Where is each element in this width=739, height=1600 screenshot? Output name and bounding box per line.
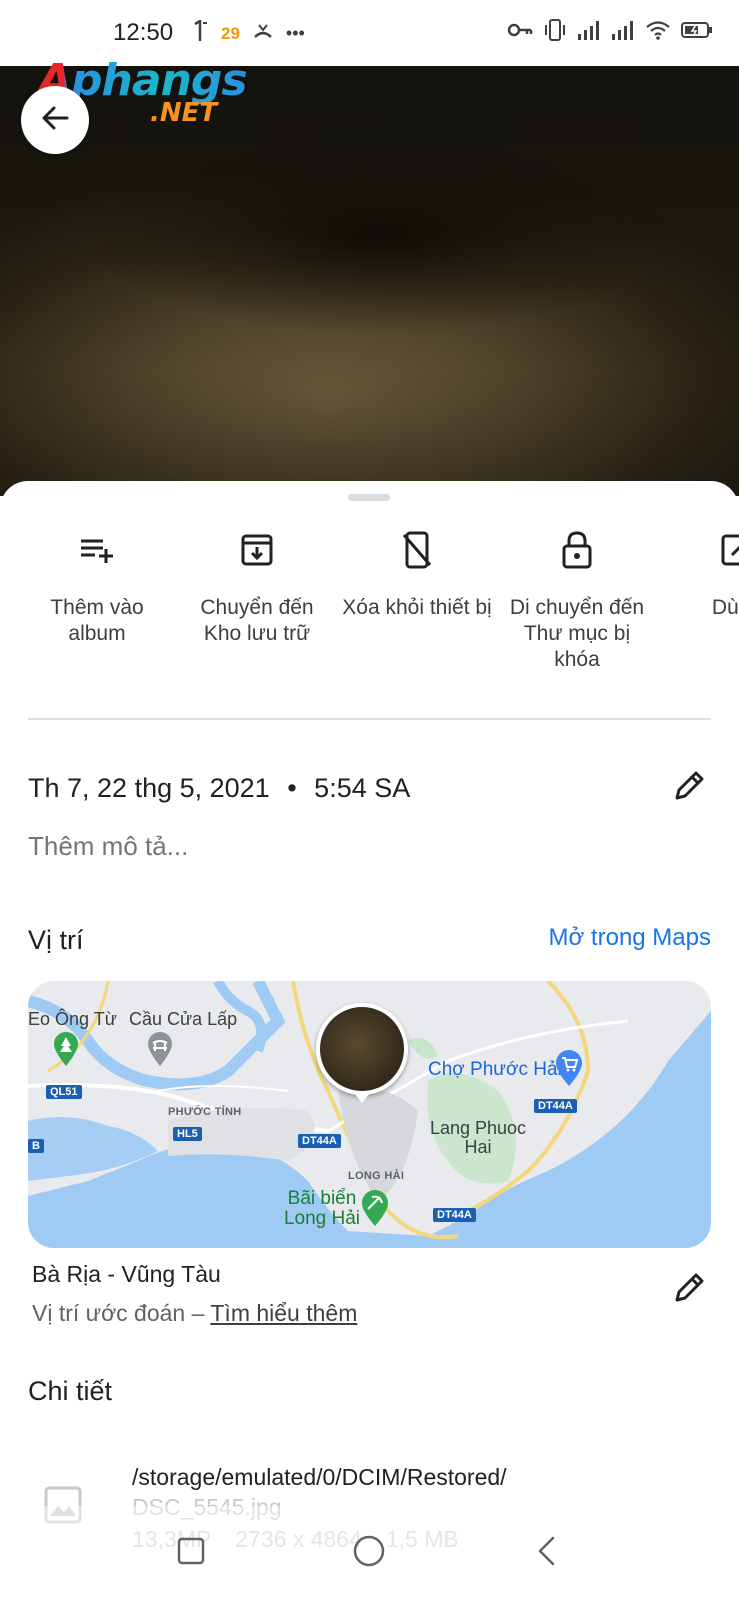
bridge-marker-icon	[146, 1031, 174, 1067]
move-to-locked-folder-button[interactable]: Di chuyển đến Thư mục bị khóa	[502, 521, 652, 673]
action-label: Xóa khỏi thiết bị	[342, 596, 492, 619]
map-label-bai-bien: Bãi biển Long Hải	[283, 1188, 361, 1229]
photo-date: Th 7, 22 thg 5, 2021	[28, 773, 270, 803]
wifi-icon	[645, 20, 671, 45]
drag-handle[interactable]	[348, 494, 390, 501]
edit-location-button[interactable]	[672, 1271, 706, 1310]
phone-remove-icon	[342, 521, 492, 579]
map-label-cau-cua-lap: Cầu Cửa Lấp	[129, 1009, 238, 1029]
action-label: Chuyển đến Kho lưu trữ	[200, 596, 314, 645]
open-external-icon	[662, 521, 739, 579]
status-right-icons	[507, 18, 713, 47]
battery-icon	[681, 21, 713, 44]
nav-back-button[interactable]	[507, 1506, 587, 1600]
action-label: Thêm vào album	[50, 596, 144, 645]
map-label-cho-phuoc-hai: Chợ Phước Hải	[428, 1059, 562, 1080]
pencil-icon	[672, 1273, 706, 1309]
description-input[interactable]	[28, 831, 628, 862]
use-as-button[interactable]: Dùng	[662, 521, 739, 621]
map-label-eo-ong-tu: Eo Ông Từ	[28, 1009, 117, 1029]
home-button[interactable]	[329, 1506, 409, 1600]
open-in-maps-link[interactable]: Mở trong Maps	[549, 924, 711, 952]
circle-icon	[352, 1534, 386, 1573]
archive-icon	[182, 521, 332, 579]
action-row: Thêm vào album Chuyển đến Kho lưu trữ Xó…	[0, 521, 739, 681]
navigation-bar	[0, 1506, 739, 1600]
delete-from-device-button[interactable]: Xóa khỏi thiết bị	[342, 521, 492, 621]
action-label: Dùng	[711, 596, 739, 619]
learn-more-link[interactable]: Tìm hiểu thêm	[210, 1300, 357, 1326]
notification-icon	[191, 18, 209, 47]
arrow-back-icon	[39, 102, 71, 139]
missed-call-icon	[252, 21, 274, 46]
recent-apps-button[interactable]	[151, 1506, 231, 1600]
details-title: Chi tiết	[28, 1376, 113, 1406]
status-badge: 29	[221, 23, 240, 43]
map-label-long-hai: LONG HẢI	[348, 1170, 405, 1182]
status-left-icons: 29 •••	[191, 18, 305, 47]
road-sign: B	[28, 1139, 44, 1153]
road-sign: DT44A	[433, 1208, 476, 1222]
pencil-icon	[672, 771, 706, 807]
action-label: Di chuyển đến Thư mục bị khóa	[509, 596, 645, 671]
lock-icon	[502, 521, 652, 579]
status-time: 12:50	[113, 19, 174, 46]
map-label-phuoc-tinh: PHƯỚC TỈNH	[168, 1106, 242, 1118]
vpn-key-icon	[507, 22, 533, 43]
road-sign: HL5	[173, 1127, 202, 1141]
photo-location-pin[interactable]	[316, 1003, 408, 1095]
place-name: Bà Rịa - Vũng Tàu	[32, 1261, 221, 1287]
move-to-archive-button[interactable]: Chuyển đến Kho lưu trữ	[182, 521, 332, 647]
square-icon	[176, 1536, 206, 1571]
road-sign: QL51	[46, 1085, 82, 1099]
photo-datetime[interactable]: Th 7, 22 thg 5, 2021 • 5:54 SA	[28, 773, 410, 804]
more-notifications-icon: •••	[285, 23, 305, 43]
edit-datetime-button[interactable]	[672, 769, 706, 808]
road-sign: DT44A	[298, 1134, 341, 1148]
signal-1-icon	[577, 19, 601, 46]
triangle-back-icon	[535, 1535, 559, 1572]
photo-time: 5:54 SA	[314, 773, 411, 803]
photo-preview[interactable]	[0, 66, 739, 496]
estimated-label: Vị trí ước đoán –	[32, 1300, 205, 1326]
divider	[28, 718, 711, 720]
road-sign: DT44A	[534, 1099, 577, 1113]
map-label-lang-phuoc-hai: Lang Phuoc Hai	[429, 1118, 527, 1157]
playlist-add-icon	[22, 521, 172, 579]
location-map[interactable]: Eo Ông Từ Cầu Cửa Lấp PHƯỚC TỈNH Chợ Phư…	[28, 981, 711, 1248]
shopping-marker-icon	[554, 1049, 584, 1087]
add-to-album-button[interactable]: Thêm vào album	[22, 521, 172, 647]
pin-pointer	[354, 1093, 370, 1103]
estimated-location: Vị trí ước đoán – Tìm hiểu thêm	[32, 1300, 357, 1327]
datetime-separator: •	[287, 773, 297, 803]
location-title: Vị trí	[28, 925, 84, 955]
file-path: /storage/emulated/0/DCIM/Restored/	[132, 1464, 507, 1490]
signal-2-icon	[611, 19, 635, 46]
back-button[interactable]	[21, 86, 89, 154]
park-marker-icon	[52, 1031, 80, 1067]
beach-marker-icon	[360, 1189, 390, 1227]
info-sheet: Thêm vào album Chuyển đến Kho lưu trữ Xó…	[0, 481, 739, 1600]
vibrate-icon	[543, 18, 567, 47]
